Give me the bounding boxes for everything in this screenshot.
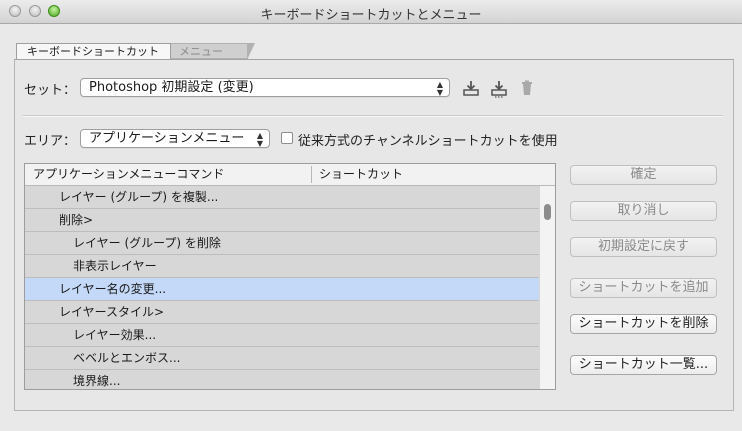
- row-command: ベベルとエンボス...: [73, 351, 181, 365]
- row-command: レイヤー効果...: [73, 328, 157, 342]
- row-command: 境界線...: [73, 374, 121, 388]
- table-row-selected[interactable]: レイヤー名の変更...: [25, 278, 539, 301]
- dialog-window: キーボードショートカットとメニュー メニュー キーボードショートカット セット：…: [0, 0, 742, 431]
- table-row[interactable]: レイヤー効果...: [25, 324, 539, 347]
- column-header-shortcut[interactable]: ショートカット: [319, 164, 403, 185]
- set-select-value: Photoshop 初期設定 (変更): [89, 80, 254, 95]
- vertical-scrollbar[interactable]: [539, 186, 555, 389]
- area-label: エリア：: [24, 134, 77, 149]
- area-select-value: アプリケーションメニュー: [89, 131, 245, 146]
- ok-button[interactable]: 確定: [570, 165, 717, 185]
- table-row[interactable]: レイヤー (グループ) を複製...: [25, 186, 539, 209]
- tab-menus[interactable]: メニュー: [168, 43, 255, 60]
- table-body: レイヤー (グループ) を複製... 削除> レイヤー (グループ) を削除 非…: [25, 186, 539, 389]
- column-header-command[interactable]: アプリケーションメニューコマンド: [33, 164, 224, 185]
- row-command: レイヤースタイル>: [59, 305, 165, 319]
- row-command: 削除>: [59, 213, 94, 227]
- undo-button[interactable]: 取り消し: [570, 201, 717, 221]
- title-bar: キーボードショートカットとメニュー: [0, 0, 742, 24]
- delete-shortcut-button[interactable]: ショートカットを削除: [570, 314, 717, 334]
- row-command: 非表示レイヤー: [73, 259, 157, 273]
- select-arrows-icon: ▲ ▼: [436, 80, 443, 97]
- set-label: セット：: [24, 83, 77, 98]
- table-row[interactable]: 非表示レイヤー: [25, 255, 539, 278]
- legacy-channel-shortcuts-label: 従来方式のチャンネルショートカットを使用: [298, 134, 558, 149]
- area-select[interactable]: アプリケーションメニュー ▲ ▼: [80, 129, 270, 148]
- row-command: レイヤー (グループ) を複製...: [59, 190, 219, 204]
- shortcuts-table: アプリケーションメニューコマンド ショートカット レイヤー (グループ) を複製…: [24, 163, 556, 390]
- table-row[interactable]: レイヤー (グループ) を削除: [25, 232, 539, 255]
- trash-icon[interactable]: [517, 78, 537, 98]
- tab-keyboard-shortcuts[interactable]: キーボードショートカット: [16, 43, 171, 59]
- table-row[interactable]: レイヤースタイル>: [25, 301, 539, 324]
- table-row[interactable]: ベベルとエンボス...: [25, 347, 539, 370]
- select-arrows-icon: ▲ ▼: [256, 131, 263, 148]
- column-divider[interactable]: [311, 166, 312, 183]
- table-row[interactable]: 境界線...: [25, 370, 539, 389]
- table-header: アプリケーションメニューコマンド ショートカット: [25, 164, 555, 186]
- window-title: キーボードショートカットとメニュー: [260, 8, 482, 23]
- scrollbar-thumb[interactable]: [544, 204, 551, 220]
- set-select[interactable]: Photoshop 初期設定 (変更) ▲ ▼: [80, 78, 450, 97]
- table-row[interactable]: 削除>: [25, 209, 539, 232]
- use-default-button[interactable]: 初期設定に戻す: [570, 237, 717, 257]
- legacy-channel-shortcuts-checkbox[interactable]: [281, 132, 293, 144]
- summarize-button[interactable]: ショートカット一覧...: [570, 355, 717, 375]
- divider: [23, 115, 723, 117]
- row-command: レイヤー (グループ) を削除: [73, 236, 221, 250]
- row-command: レイヤー名の変更...: [59, 282, 167, 296]
- save-set-as-icon[interactable]: [489, 78, 509, 98]
- add-shortcut-button[interactable]: ショートカットを追加: [570, 278, 717, 298]
- shortcuts-panel: セット： Photoshop 初期設定 (変更) ▲ ▼ エリア： アプリケーシ…: [14, 59, 734, 411]
- save-set-icon[interactable]: [461, 78, 481, 98]
